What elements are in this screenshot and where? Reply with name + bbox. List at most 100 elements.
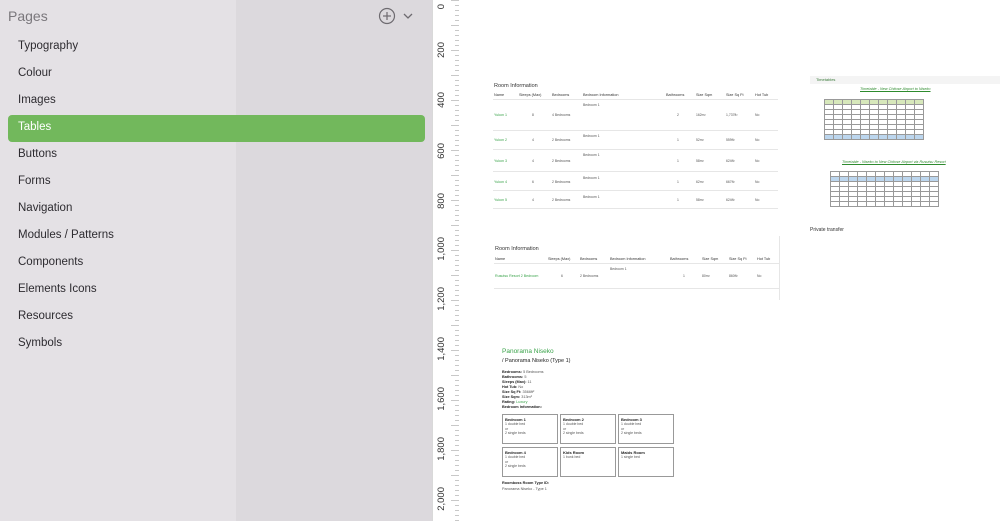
- ruler-tick: [451, 50, 459, 51]
- page-item-colour[interactable]: Colour: [8, 61, 425, 88]
- col-bedroom-info: Bedroom Information: [583, 93, 619, 97]
- row-divider: [493, 149, 778, 150]
- timetable-title-2: Timetable - Niseko to New Chitose Airpor…: [842, 160, 946, 164]
- prop-sqm: Size Sqm: 313m²: [502, 395, 532, 399]
- sleeps-cell: 8: [532, 113, 534, 117]
- bedrooms-cell: 2 Bedrooms: [580, 274, 599, 278]
- property-subtitle: / Panorama Niseko (Type 1): [502, 358, 571, 364]
- hottub-cell: No: [755, 180, 760, 184]
- bedroom-info-cell: Bedroom 1: [583, 103, 600, 107]
- col-size-sqft: Size Sq Ft: [729, 257, 747, 261]
- bathrooms-cell: 1: [677, 198, 679, 202]
- room-link[interactable]: Yukon 3: [494, 159, 507, 163]
- sqft-cell: 1,737ft²: [726, 113, 738, 117]
- col-bedroom-info: Bedroom Information: [610, 257, 646, 261]
- ruler-label: 200: [436, 42, 447, 58]
- page-item-tables[interactable]: Tables: [8, 115, 425, 142]
- pages-sidebar: Pages Typography Colour Images Tables Bu…: [0, 0, 432, 521]
- room-link[interactable]: Rusutsu Resort 2 Bedroom: [495, 274, 538, 278]
- bedroom-card: Maids Room 1 single bed: [618, 447, 674, 477]
- prop-bedinfo: Bedroom Information:: [502, 405, 542, 409]
- room-link[interactable]: Yukon 4: [494, 180, 507, 184]
- chevron-down-icon[interactable]: [402, 10, 414, 22]
- ruler-label: 2,000: [436, 487, 447, 511]
- bedroom-card: Kids Room 1 bunk bed: [560, 447, 616, 477]
- artboard-canvas[interactable]: Room Information Name Sleeps (Max) Bedro…: [459, 0, 1000, 521]
- prop-rating: Rating: Luxury: [502, 400, 528, 404]
- page-item-resources[interactable]: Resources: [8, 304, 425, 331]
- room-link[interactable]: Yukon 5: [494, 198, 507, 202]
- hottub-cell: No: [755, 159, 760, 163]
- col-name: Name: [495, 257, 506, 261]
- page-item-components[interactable]: Components: [8, 250, 425, 277]
- ruler-tick: [451, 225, 459, 226]
- sleeps-cell: 4: [532, 198, 534, 202]
- ruler-label: 1,200: [436, 287, 447, 311]
- sqft-cell: 559ft²: [726, 138, 735, 142]
- col-bathrooms: Bathrooms: [670, 257, 689, 261]
- header-divider: [493, 99, 778, 100]
- private-transfer-label: Private transfer: [810, 227, 844, 233]
- bedroom-card: Bedroom 4 1 double bed or 2 single beds: [502, 447, 558, 477]
- header-divider: [494, 263, 779, 264]
- room-link[interactable]: Yukon 1: [494, 113, 507, 117]
- sleeps-cell: 4: [532, 138, 534, 142]
- bathrooms-cell: 1: [677, 138, 679, 142]
- page-item-typography[interactable]: Typography: [8, 34, 425, 61]
- col-name: Name: [494, 93, 505, 97]
- ruler-label: 0: [436, 4, 447, 10]
- prop-bedrooms: Bedrooms: 5 Bedrooms: [502, 370, 544, 374]
- pages-title: Pages: [8, 8, 48, 24]
- col-hot-tub: Hot Tub: [755, 93, 769, 97]
- page-item-elements-icons[interactable]: Elements Icons: [8, 277, 425, 304]
- room-table-2-title: Room Information: [495, 246, 539, 252]
- ruler-tick: [451, 400, 459, 401]
- ruler-label: 800: [436, 193, 447, 209]
- hottub-cell: No: [757, 274, 762, 278]
- bedroom-info-cell: Bedroom 1: [583, 153, 600, 157]
- bathrooms-cell: 1: [683, 274, 685, 278]
- bedrooms-cell: 2 Bedrooms: [552, 138, 571, 142]
- ruler-tick: [451, 350, 459, 351]
- sqft-cell: 624ft²: [726, 159, 735, 163]
- ruler-label: 1,000: [436, 237, 447, 261]
- vertical-ruler[interactable]: 0 200 400 600 800 1,000 1,200 1,400 1,60…: [432, 0, 460, 521]
- sqm-cell: 162m²: [696, 113, 706, 117]
- bedroom-card: Bedroom 3 1 double bed or 2 single beds: [618, 414, 674, 444]
- bedrooms-cell: 2 Bedrooms: [552, 180, 571, 184]
- ruler-tick: [451, 450, 459, 451]
- ruler-tick: [451, 125, 459, 126]
- timetables-tab[interactable]: Timetables: [810, 76, 1000, 84]
- property-title[interactable]: Panorama Niseko: [502, 348, 554, 355]
- roomboss-value: Panorama Niseko - Type 1: [502, 487, 547, 491]
- page-item-images[interactable]: Images: [8, 88, 425, 115]
- sqm-cell: 58m²: [696, 159, 704, 163]
- bathrooms-cell: 2: [677, 113, 679, 117]
- ruler-label: 1,600: [436, 387, 447, 411]
- room-link[interactable]: Yukon 2: [494, 138, 507, 142]
- bedroom-card: Bedroom 1 1 double bed or 2 single beds: [502, 414, 558, 444]
- sqm-cell: 52m²: [696, 138, 704, 142]
- row-divider: [493, 190, 778, 191]
- timetable-grid-1: [824, 99, 924, 140]
- page-item-symbols[interactable]: Symbols: [8, 331, 425, 358]
- ruler-tick: [451, 100, 459, 101]
- page-item-buttons[interactable]: Buttons: [8, 142, 425, 169]
- ruler-tick: [451, 425, 459, 426]
- ruler-tick: [451, 150, 459, 151]
- plus-circle-icon[interactable]: [378, 7, 396, 25]
- ruler-label: 1,800: [436, 437, 447, 461]
- page-item-modules-patterns[interactable]: Modules / Patterns: [8, 223, 425, 250]
- col-bathrooms: Bathrooms: [666, 93, 685, 97]
- hottub-cell: No: [755, 113, 760, 117]
- row-divider: [493, 130, 778, 131]
- sqft-cell: 624ft²: [726, 198, 735, 202]
- ruler-tick: [451, 75, 459, 76]
- roomboss-label: Roomboss Room Type ID:: [502, 481, 550, 485]
- ruler-label: 600: [436, 143, 447, 159]
- bedroom-info-cell: Bedroom 1: [583, 134, 600, 138]
- page-item-navigation[interactable]: Navigation: [8, 196, 425, 223]
- col-sleeps: Sleeps (Max): [519, 93, 542, 97]
- page-item-forms[interactable]: Forms: [8, 169, 425, 196]
- page-list: Typography Colour Images Tables Buttons …: [8, 34, 425, 358]
